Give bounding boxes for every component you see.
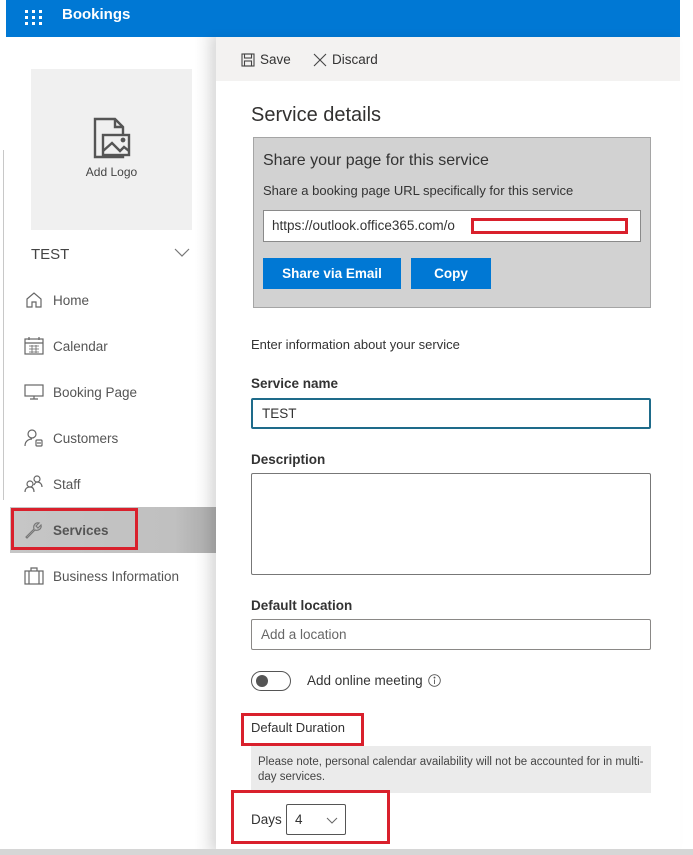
sidebar-item-business-information[interactable]: Business Information [10,553,216,599]
copy-button[interactable]: Copy [411,258,491,289]
highlight-annotation-days [231,790,390,844]
service-name-input[interactable]: TEST [251,398,651,429]
page-title: Service details [251,104,382,126]
redaction-box [471,218,628,234]
sidebar-item-label: Business Information [53,568,180,584]
service-name-label: Service name [251,376,339,391]
discard-button[interactable]: Discard [313,52,378,67]
image-file-icon [93,117,131,159]
command-bar: Save Discard [216,37,680,81]
intro-text: Enter information about your service [251,337,460,352]
booking-url-value: https://outlook.office365.com/o [272,218,455,233]
business-name: TEST [31,246,70,263]
default-location-input[interactable]: Add a location [251,619,651,650]
monitor-icon [23,383,45,401]
window-bottom-edge [0,849,693,855]
description-label: Description [251,452,326,467]
sidebar-item-label: Calendar [53,338,108,354]
staff-icon [23,475,45,493]
sidebar-item-staff[interactable]: Staff [10,461,216,507]
customers-icon [23,429,45,447]
save-icon [241,52,255,67]
share-section-title: Share your page for this service [263,152,489,169]
online-meeting-toggle[interactable] [251,671,291,691]
chevron-down-icon[interactable] [174,246,190,258]
description-textarea[interactable] [251,473,651,575]
online-meeting-row: Add online meeting [307,673,441,688]
sidebar-item-booking-page[interactable]: Booking Page [10,369,216,415]
home-icon [23,291,45,309]
share-page-section: Share your page for this service Share a… [253,137,651,308]
app-title[interactable]: Bookings [62,6,130,24]
sidebar-item-label: Home [53,292,90,308]
calendar-icon [23,337,45,355]
sidebar-item-home[interactable]: Home [10,277,216,323]
share-via-email-button[interactable]: Share via Email [263,258,401,289]
default-location-label: Default location [251,598,353,613]
toggle-knob [256,675,268,687]
add-logo-button[interactable]: Add Logo [31,69,192,230]
window-edge [3,150,4,500]
add-logo-label: Add Logo [85,165,138,179]
booking-url-field[interactable]: https://outlook.office365.com/o [263,210,641,242]
sidebar-item-label: Staff [53,476,81,492]
briefcase-icon [23,567,45,585]
multi-day-note: Please note, personal calendar availabil… [251,746,651,793]
sidebar-item-calendar[interactable]: Calendar [10,323,216,369]
app-header: Bookings [6,0,680,37]
highlight-annotation-duration [241,713,364,746]
sidebar-item-customers[interactable]: Customers [10,415,216,461]
save-label: Save [260,52,291,67]
info-icon[interactable] [427,674,441,687]
share-section-subtitle: Share a booking page URL specifically fo… [263,183,574,198]
sidebar-item-label: Customers [53,430,119,446]
save-button[interactable]: Save [241,52,291,67]
online-meeting-label: Add online meeting [307,673,423,688]
highlight-annotation-services [11,508,138,550]
close-icon [313,53,327,66]
app-launcher-icon[interactable] [22,5,46,29]
sidebar-item-label: Booking Page [53,384,138,400]
discard-label: Discard [332,52,378,67]
